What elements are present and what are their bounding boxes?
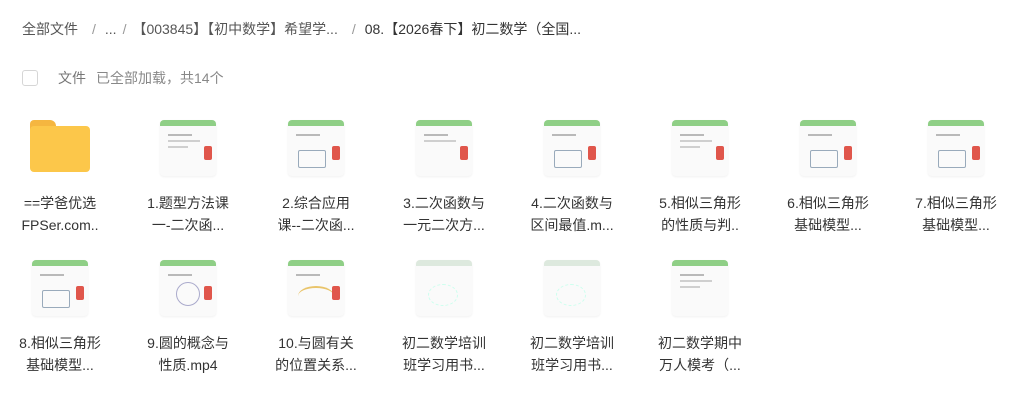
file-name: 初二数学培训 班学习用书... [402,335,486,373]
file-column-label: 文件 [58,70,86,86]
breadcrumb-root[interactable]: 全部文件 [22,19,78,39]
video-thumbnail [160,120,216,176]
video-thumbnail [544,120,600,176]
breadcrumb-ellipsis[interactable]: ... [105,21,117,37]
breadcrumb-separator: / [92,21,96,37]
video-thumbnail [32,260,88,316]
file-item[interactable]: ==学爸优选 FPSer.com.. [0,108,120,236]
file-count-text: 已全部加载，共14个 [96,70,224,86]
breadcrumb-separator: / [351,21,356,37]
document-thumbnail [416,260,472,316]
video-thumbnail [672,120,728,176]
video-thumbnail [800,120,856,176]
file-item[interactable]: 9.圆的概念与 性质.mp4 [128,248,248,376]
file-name: 初二数学期中 万人模考（... [658,335,742,373]
video-thumbnail [416,120,472,176]
file-name: 10.与圆有关 的位置关系... [275,335,357,373]
file-item[interactable]: 7.相似三角形 基础模型... [896,108,1016,236]
file-name: ==学爸优选 FPSer.com.. [21,195,99,233]
folder-icon [30,120,90,172]
breadcrumb: 全部文件 / ... / 【003845】【初中数学】希望学... / 08.【… [22,19,581,39]
file-name: 2.综合应用 课--二次函... [277,195,355,233]
file-item[interactable]: 6.相似三角形 基础模型... [768,108,888,236]
file-name: 3.二次函数与 一元二次方... [403,195,485,233]
file-name: 7.相似三角形 基础模型... [915,195,997,233]
file-item[interactable]: 5.相似三角形 的性质与判.. [640,108,760,236]
file-name: 9.圆的概念与 性质.mp4 [147,335,229,373]
select-all-checkbox[interactable] [22,70,38,86]
file-item[interactable]: 初二数学培训 班学习用书... [384,248,504,376]
file-item[interactable]: 8.相似三角形 基础模型... [0,248,120,376]
file-item[interactable]: 10.与圆有关 的位置关系... [256,248,376,376]
document-thumbnail [672,260,728,316]
file-name: 初二数学培训 班学习用书... [530,335,614,373]
file-item[interactable]: 初二数学培训 班学习用书... [512,248,632,376]
file-list-header: 文件 已全部加载，共14个 [22,68,224,88]
breadcrumb-current: 08.【2026春下】初二数学（全国... [364,21,582,37]
video-thumbnail [288,120,344,176]
breadcrumb-level2[interactable]: 【003845】【初中数学】希望学... [132,19,337,39]
file-name: 4.二次函数与 区间最值.m... [530,195,614,233]
file-item[interactable]: 3.二次函数与 一元二次方... [384,108,504,236]
video-thumbnail [160,260,216,316]
video-thumbnail [288,260,344,316]
file-name: 6.相似三角形 基础模型... [787,195,869,233]
document-thumbnail [544,260,600,316]
file-name: 5.相似三角形 的性质与判.. [659,195,741,233]
breadcrumb-separator: / [122,21,127,37]
file-item[interactable]: 4.二次函数与 区间最值.m... [512,108,632,236]
file-item[interactable]: 初二数学期中 万人模考（... [640,248,760,376]
file-name: 1.题型方法课 一-二次函... [147,195,229,233]
file-item[interactable]: 1.题型方法课 一-二次函... [128,108,248,236]
file-name: 8.相似三角形 基础模型... [19,335,101,373]
file-item[interactable]: 2.综合应用 课--二次函... [256,108,376,236]
video-thumbnail [928,120,984,176]
